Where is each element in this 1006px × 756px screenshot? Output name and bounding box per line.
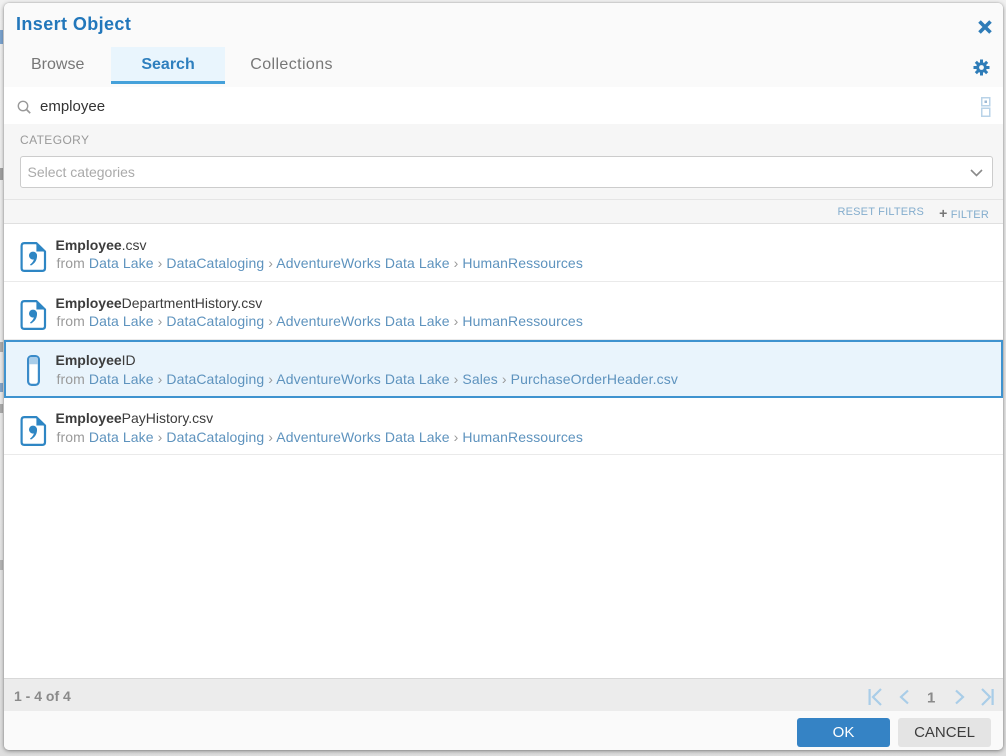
svg-text:1: 1 bbox=[927, 690, 935, 707]
